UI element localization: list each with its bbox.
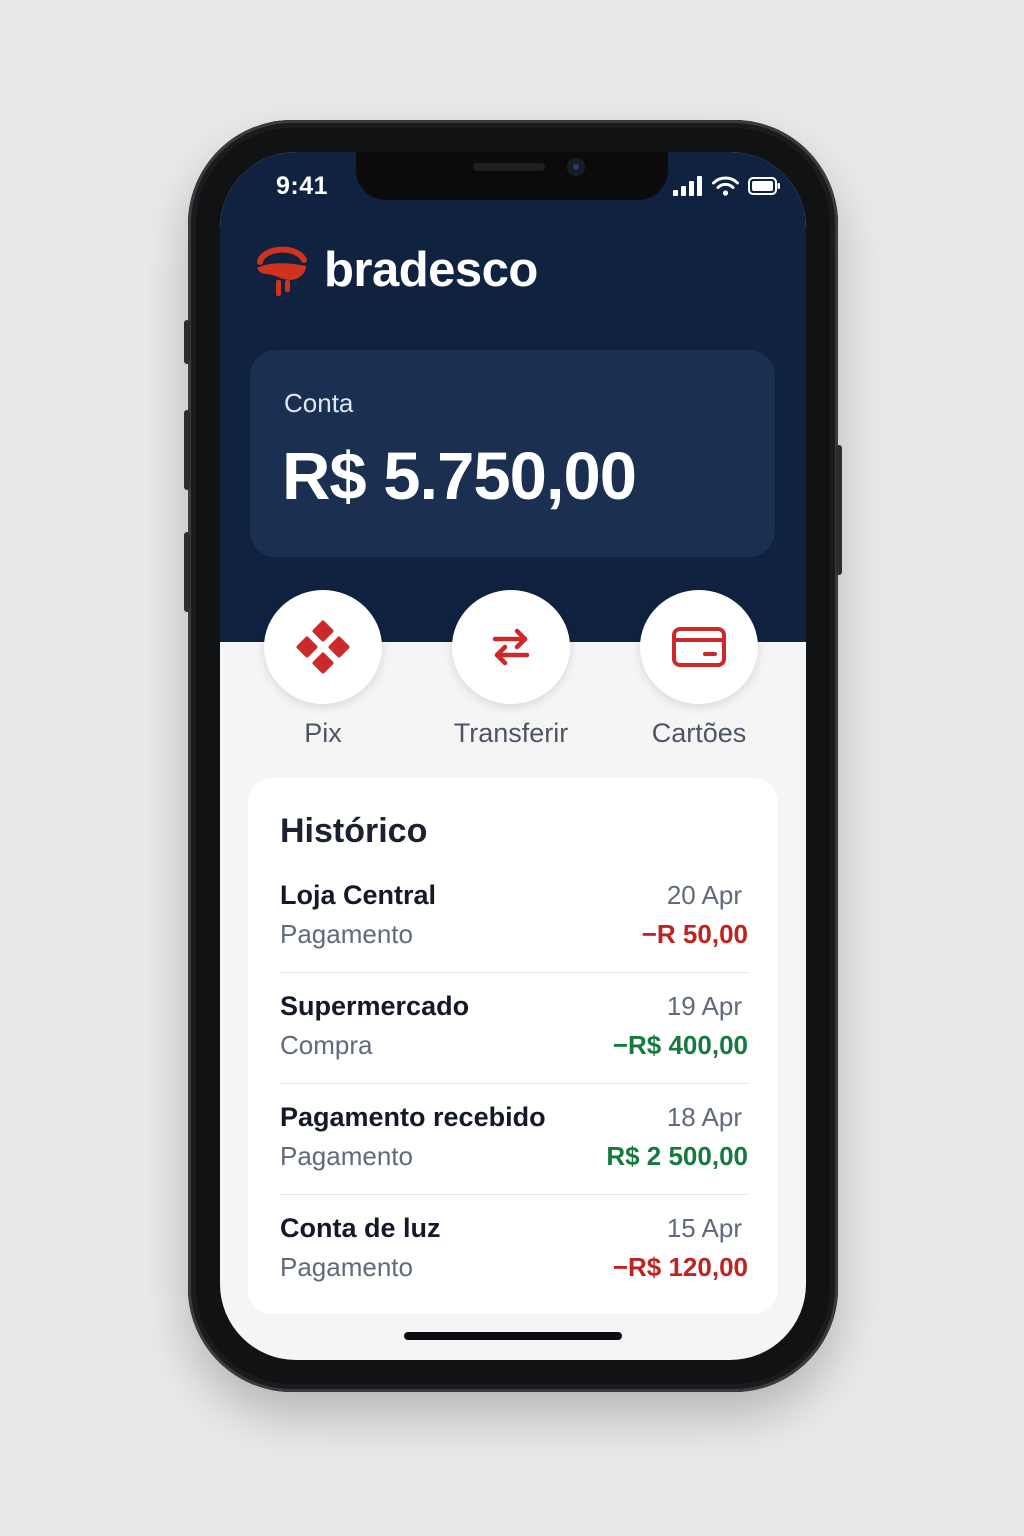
bradesco-tree-icon (257, 246, 307, 296)
transaction-amount: −R$ 120,00 (612, 1252, 748, 1282)
notch (356, 152, 668, 200)
transaction-type: Compra (280, 1030, 373, 1060)
front-camera (567, 158, 585, 176)
app-screen: 9:41 bradesco Conta R$ 5.750,00 Pix Tran… (220, 152, 806, 1360)
transaction-date: 15 Apr (666, 1213, 742, 1243)
transaction-amount: −R 50,00 (641, 919, 748, 949)
transaction-row[interactable]: Pagamento recebido Pagamento 18 Apr R$ 2 50… (280, 1102, 748, 1212)
phone-frame: 9:41 bradesco Conta R$ 5.750,00 Pix Tran… (184, 120, 842, 1392)
cards-button[interactable] (640, 590, 758, 704)
transaction-date: 18 Apr (666, 1102, 742, 1132)
action-transfer[interactable]: Transferir (421, 590, 601, 749)
volume-down-button (184, 532, 190, 612)
transaction-date: 20 Apr (666, 880, 742, 910)
home-indicator[interactable] (404, 1332, 622, 1340)
transaction-date: 19 Apr (666, 991, 742, 1021)
action-label-cards: Cartões (651, 718, 747, 748)
action-cards[interactable]: Cartões (609, 590, 789, 749)
power-button (836, 445, 842, 575)
balance-card[interactable]: Conta R$ 5.750,00 (250, 350, 775, 557)
row-divider (280, 1083, 748, 1084)
history-title: Histórico (280, 812, 428, 850)
battery-icon (748, 177, 780, 195)
balance-label: Conta (284, 388, 354, 418)
credit-card-icon (672, 627, 726, 667)
transaction-name: Pagamento recebido (280, 1102, 546, 1132)
transfer-arrows-icon (492, 628, 530, 666)
transaction-row[interactable]: Supermercado Compra 19 Apr −R$ 400,00 (280, 991, 748, 1101)
transaction-row[interactable]: Loja Central Pagamento 20 Apr −R 50,00 (280, 880, 748, 990)
pix-button[interactable] (264, 590, 382, 704)
row-divider (280, 1194, 748, 1195)
transaction-name: Supermercado (280, 991, 470, 1021)
volume-up-button (184, 410, 190, 490)
transaction-type: Pagamento (280, 1141, 413, 1171)
earpiece-speaker (473, 163, 545, 171)
row-divider (280, 972, 748, 973)
pix-icon (296, 620, 350, 674)
transaction-name: Loja Central (280, 880, 437, 910)
brand-logo: bradesco (254, 240, 538, 300)
wifi-icon (712, 176, 739, 196)
history-card: Histórico Loja Central Pagamento 20 Apr −R … (248, 778, 778, 1314)
mute-switch (184, 320, 190, 364)
action-label-pix: Pix (304, 718, 342, 748)
brand-name: bradesco (324, 243, 538, 297)
balance-value: R$ 5.750,00 (282, 439, 637, 514)
status-time: 9:41 (276, 172, 329, 200)
transaction-name: Conta de luz (280, 1213, 441, 1243)
transaction-amount: R$ 2 500,00 (606, 1141, 748, 1171)
transaction-type: Pagamento (280, 1252, 413, 1282)
transfer-button[interactable] (452, 590, 570, 704)
transaction-row[interactable]: Conta de luz Pagamento 15 Apr −R$ 120,00 (280, 1213, 748, 1323)
action-label-transfer: Transferir (453, 718, 569, 748)
status-icons (673, 176, 780, 196)
transaction-amount: −R$ 400,00 (612, 1030, 748, 1060)
transaction-type: Pagamento (280, 919, 413, 949)
action-pix[interactable]: Pix (233, 590, 413, 749)
cellular-signal-icon (673, 176, 702, 196)
